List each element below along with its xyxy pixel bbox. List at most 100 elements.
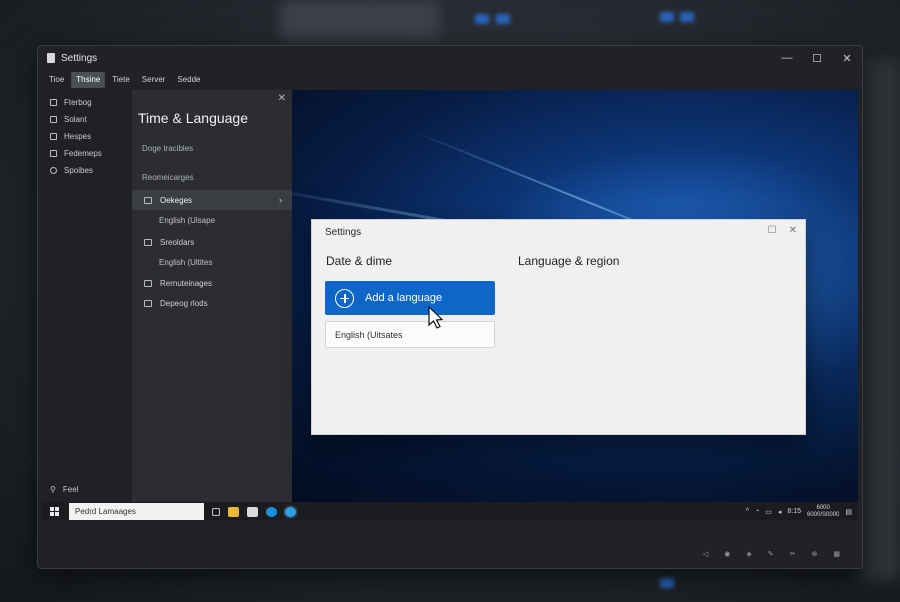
menu-bar: Tioe Thsine Tiete Server Sedde (44, 72, 205, 88)
bottom-icon-2[interactable]: ◉ (724, 550, 730, 558)
left-navigation: Fterbog Solant Hespes Fedemeps Spoibes ⚲… (42, 90, 132, 502)
close-icon[interactable]: ✕ (278, 93, 286, 104)
nav-icon (50, 133, 57, 140)
nav-icon (50, 99, 57, 106)
minimize-button[interactable]: — (772, 46, 802, 70)
battery-icon[interactable]: ▭ (765, 508, 772, 516)
background-light (496, 14, 510, 24)
edge-icon[interactable] (266, 506, 277, 517)
panel-row-label: Oekeges (160, 195, 193, 205)
background-light (660, 12, 674, 22)
bottom-icon-3[interactable]: ◈ (746, 550, 751, 558)
tray-time: 8:15 (787, 508, 801, 515)
language-region-heading: Language & region (518, 254, 620, 268)
add-language-label: Add a language (365, 292, 443, 304)
nav-icon (50, 116, 57, 123)
nav-icon (50, 150, 57, 157)
file-explorer-icon[interactable] (228, 506, 239, 517)
system-tray: ^ ◔ ▭ ◂ 8:15 6000 6000/S0000 ▤ (746, 502, 852, 521)
chevron-right-icon: › (279, 195, 282, 205)
panel-row-label: English (Ulsape (159, 215, 216, 225)
background-blur-shape (860, 60, 900, 580)
menu-item-server[interactable]: Server (137, 72, 171, 88)
language-list-item[interactable]: English (Uitsates (325, 321, 495, 348)
volume-icon[interactable]: ◂ (778, 508, 782, 516)
bottom-icon-6[interactable]: ⊗ (812, 550, 818, 558)
panel-row-label: Rernuteinages (160, 278, 213, 288)
clock[interactable]: 6000 6000/S0000 (807, 505, 839, 519)
list-icon (144, 196, 152, 204)
nav-item-4[interactable]: Fedemeps (42, 145, 132, 162)
browser-icon[interactable] (285, 506, 296, 517)
nav-item-5[interactable]: Spoibes (42, 162, 132, 179)
settings-app-icon (47, 53, 55, 63)
add-language-button[interactable]: Add a language (325, 281, 495, 315)
panel-row-2[interactable]: Sreoldars (132, 232, 292, 252)
nav-icon (50, 167, 57, 174)
nav-item-label: Fedemeps (64, 149, 102, 158)
notification-icon[interactable]: ▤ (845, 508, 852, 516)
nav-item-label: Spoibes (64, 166, 93, 175)
background-light (475, 14, 489, 24)
dialog-maximize-button[interactable]: ☐ (768, 225, 777, 236)
menu-item-3[interactable]: Tiete (107, 72, 135, 88)
panel-row-sub-1[interactable]: English (Ulsape (132, 210, 292, 230)
taskbar-search-box[interactable]: Pedrd Lamaages (69, 503, 204, 520)
bottom-icon-7[interactable]: ▦ (833, 550, 840, 558)
window-controls: — ☐ ✕ (772, 46, 862, 70)
dialog-close-button[interactable]: ✕ (789, 225, 797, 236)
plus-circle-icon (335, 288, 354, 308)
panel-link-2[interactable]: Reomeicarges (142, 173, 194, 182)
bottom-icons: ◁ ◉ ◈ ✎ ✂ ⊗ ▦ (703, 550, 840, 558)
nav-item-label: Hespes (64, 132, 92, 141)
nav-item-2[interactable]: Solant (42, 111, 132, 128)
nav-item-label: Solant (64, 115, 87, 124)
date-time-heading: Date & dime (326, 254, 393, 268)
settings-dialog: Settings ☐ ✕ Date & dime Language & regi… (311, 219, 806, 435)
task-view-icon[interactable] (212, 507, 220, 516)
panel-row-4[interactable]: Depeog rlods (132, 293, 292, 313)
panel-title: Time & Language (138, 110, 248, 126)
clock-line-2: 6000/S0000 (807, 511, 840, 518)
person-icon: ⚲ (50, 485, 56, 494)
bottom-icon-5[interactable]: ✂ (790, 550, 796, 558)
document-icon (144, 299, 152, 307)
panel-row-label: English (Ultites (159, 257, 213, 267)
menu-item-5[interactable]: Sedde (172, 72, 205, 88)
region-icon (144, 279, 152, 287)
time-language-panel: ✕ Time & Language Doge tracibles Reomeic… (132, 90, 292, 502)
title-bar[interactable]: Settings — ☐ ✕ (38, 46, 862, 70)
nav-item-3[interactable]: Hespes (42, 128, 132, 145)
background-light (660, 578, 674, 588)
window-title: Settings (61, 52, 98, 64)
clock-line-1: 6000 (816, 504, 830, 511)
close-button[interactable]: ✕ (832, 46, 862, 70)
panel-row-sub-2[interactable]: English (Ultites (132, 252, 292, 272)
taskbar-pinned-apps (212, 506, 296, 517)
panel-link-1[interactable]: Doge tracibles (142, 144, 193, 153)
menu-item-1[interactable]: Tioe (44, 72, 69, 88)
nav-item-1[interactable]: Fterbog (42, 94, 132, 111)
network-icon[interactable]: ◔ (755, 508, 759, 515)
dialog-controls: ☐ ✕ (768, 225, 797, 236)
calendar-icon (144, 238, 152, 246)
menu-item-2[interactable]: Thsine (71, 72, 106, 88)
background-light (680, 12, 694, 22)
panel-row-selected[interactable]: Oekeges › (132, 190, 292, 210)
nav-footer-label: Feel (62, 485, 79, 494)
store-icon[interactable] (247, 506, 258, 517)
chevron-up-icon[interactable]: ^ (746, 508, 749, 515)
taskbar: Pedrd Lamaages ^ ◔ ▭ ◂ 8:15 6000 6000/S0… (42, 502, 858, 521)
windows-start-icon[interactable] (50, 507, 59, 516)
nav-item-label: Fterbog (64, 98, 92, 107)
maximize-button[interactable]: ☐ (802, 46, 832, 70)
bottom-icon-1[interactable]: ◁ (703, 550, 708, 558)
dialog-title: Settings (325, 227, 362, 238)
panel-row-label: Depeog rlods (160, 298, 208, 308)
background-blur-shape (280, 0, 440, 40)
panel-row-3[interactable]: Rernuteinages (132, 273, 292, 293)
nav-footer-item[interactable]: ⚲ Feel (50, 485, 78, 494)
bottom-icon-4[interactable]: ✎ (768, 550, 774, 558)
mouse-cursor-icon (428, 306, 444, 329)
window-bottom-bar: ◁ ◉ ◈ ✎ ✂ ⊗ ▦ (38, 520, 862, 568)
